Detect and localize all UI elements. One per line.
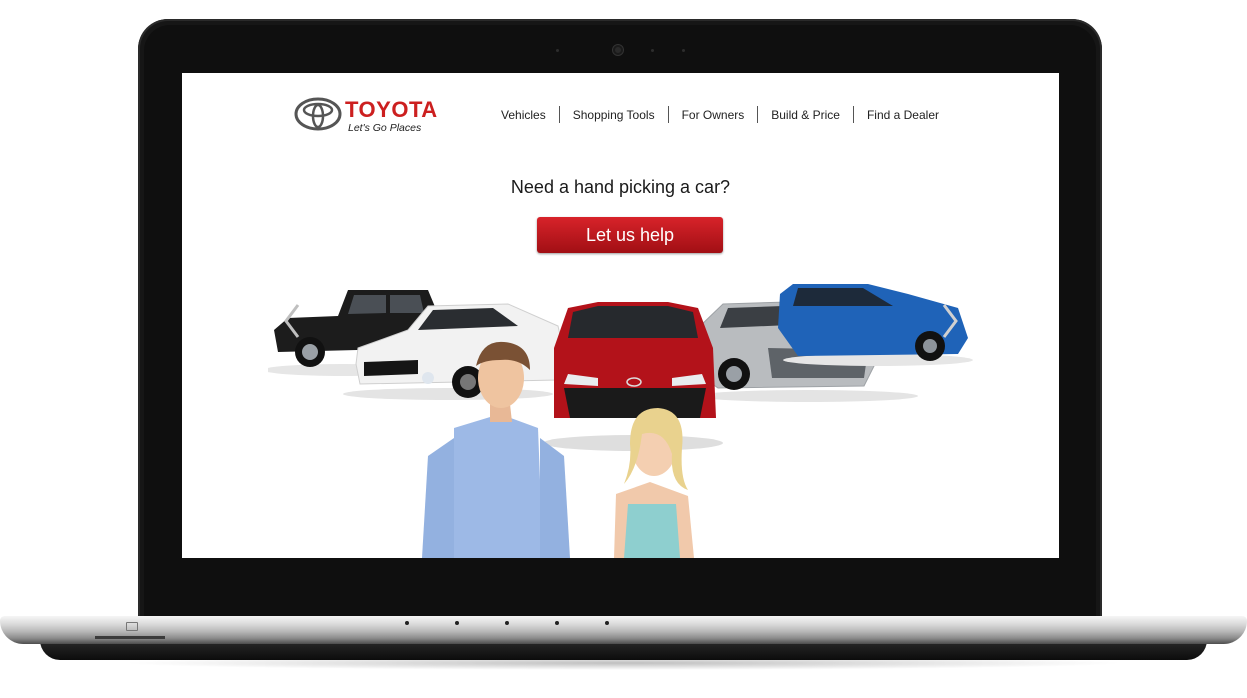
battery-icon [126,622,138,631]
sensor-dot [556,49,559,52]
brand-name: TOYOTA [345,97,438,122]
chevron-left-icon[interactable] [282,301,302,341]
brand-tagline: Let's Go Places [348,122,422,134]
nav-item-vehicles[interactable]: Vehicles [488,108,559,122]
sensor-dot [651,49,654,52]
chevron-right-icon[interactable] [940,301,960,341]
status-led [555,621,559,625]
status-led [605,621,609,625]
toyota-logo[interactable]: TOYOTA Let's Go Places [294,95,454,135]
status-led [455,621,459,625]
webcam-icon [613,45,623,55]
laptop-port [95,636,165,639]
hero-illustration [268,284,973,558]
nav-item-build-price[interactable]: Build & Price [758,108,853,122]
nav-item-find-dealer[interactable]: Find a Dealer [854,108,952,122]
nav-item-shopping-tools[interactable]: Shopping Tools [560,108,668,122]
let-us-help-button[interactable]: Let us help [537,217,723,253]
woman-image [614,408,694,558]
toyota-emblem-icon [294,97,342,131]
nav-item-for-owners[interactable]: For Owners [669,108,758,122]
status-led [505,621,509,625]
website-screen: TOYOTA Let's Go Places Vehicles Shopping… [182,73,1059,558]
hero-headline: Need a hand picking a car? [510,177,731,197]
main-nav: Vehicles Shopping Tools For Owners Build… [488,106,952,123]
laptop-base [0,616,1247,644]
status-led [405,621,409,625]
sensor-dot [682,49,685,52]
